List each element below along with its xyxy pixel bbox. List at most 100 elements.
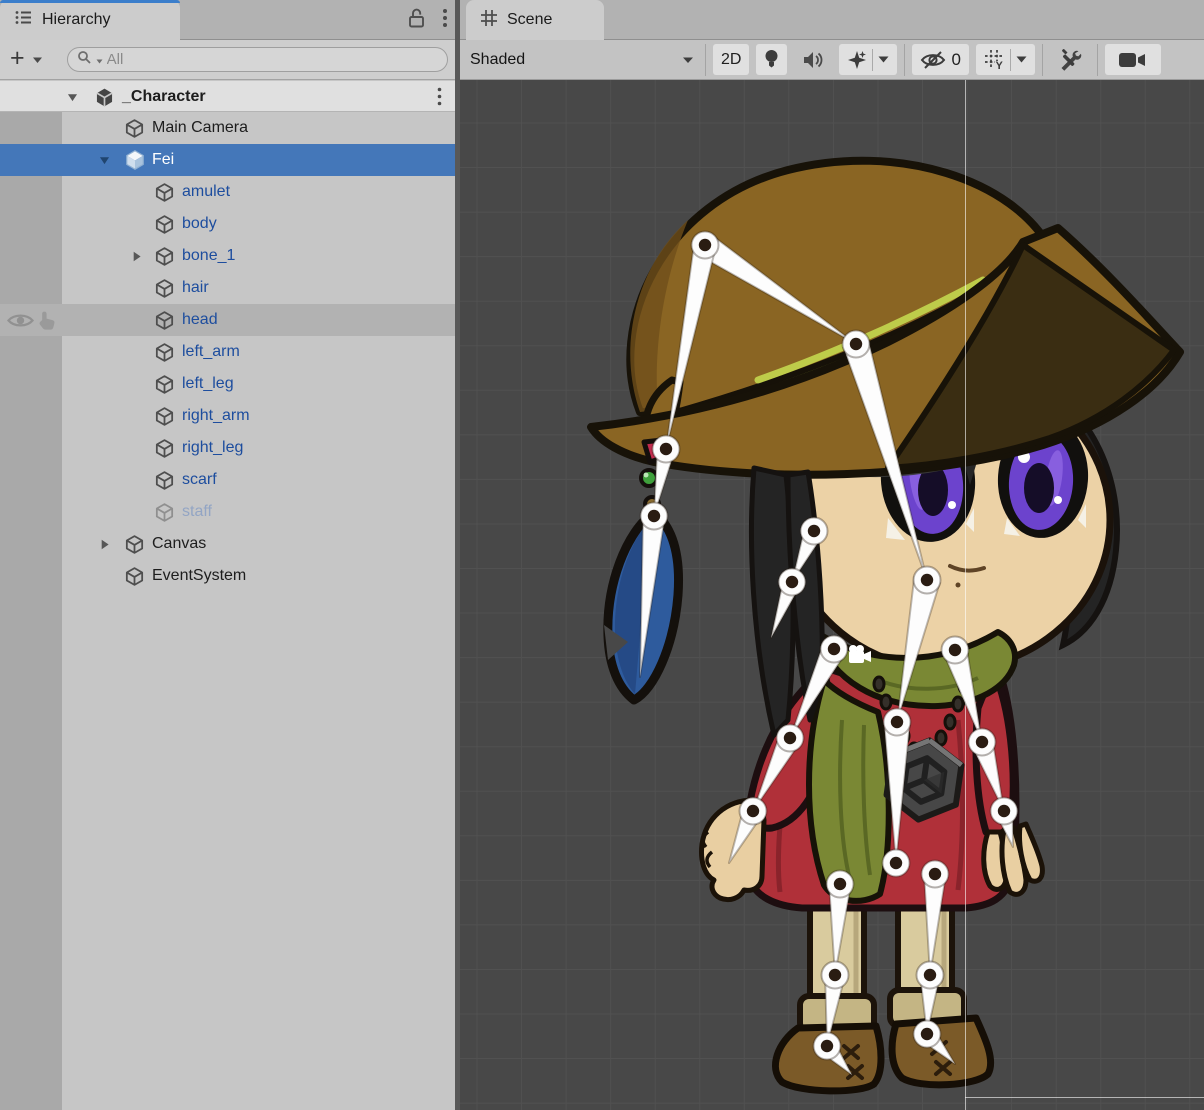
scene-viewport[interactable] bbox=[458, 80, 1204, 1110]
cube-icon bbox=[154, 432, 175, 464]
tree-row-hair[interactable]: hair bbox=[0, 272, 458, 304]
wrench-screwdriver-icon bbox=[1058, 48, 1082, 72]
sparkle-icon bbox=[847, 50, 867, 70]
eye-icon[interactable] bbox=[7, 304, 34, 336]
cube-icon bbox=[124, 528, 145, 560]
hierarchy-toolbar: + bbox=[0, 40, 458, 80]
tree-row-label: head bbox=[182, 304, 218, 336]
tree-row-label: Fei bbox=[152, 144, 174, 176]
tree-row-_character[interactable]: _Character bbox=[0, 81, 458, 112]
expander-closed-icon[interactable] bbox=[98, 528, 111, 560]
search-filter-caret-icon bbox=[96, 51, 103, 69]
cube-icon bbox=[154, 400, 175, 432]
panel-divider[interactable] bbox=[455, 0, 460, 1110]
lighting-toggle-button[interactable] bbox=[756, 44, 787, 75]
cube-icon bbox=[154, 464, 175, 496]
tree-row-body[interactable]: body bbox=[0, 208, 458, 240]
draw-mode-dropdown[interactable]: Shaded bbox=[466, 51, 698, 69]
effects-dropdown-button[interactable] bbox=[839, 44, 897, 75]
tree-row-label: scarf bbox=[182, 464, 217, 496]
unity-editor-window: Hierarchy + bbox=[0, 0, 1204, 1110]
expander-open-icon[interactable] bbox=[66, 81, 79, 113]
2d-label: 2D bbox=[721, 51, 741, 69]
grid-icon bbox=[480, 9, 498, 32]
button-divider bbox=[1010, 49, 1011, 71]
scene-panel: Scene Shaded 2D bbox=[458, 0, 1204, 1110]
tree-row-label: bone_1 bbox=[182, 240, 235, 272]
cube-icon bbox=[154, 368, 175, 400]
tab-scene-label: Scene bbox=[507, 11, 552, 29]
toolbar-separator bbox=[1042, 44, 1043, 76]
tree-row-label: hair bbox=[182, 272, 209, 304]
tree-row-label: right_arm bbox=[182, 400, 250, 432]
draw-mode-label: Shaded bbox=[470, 51, 525, 69]
toolbar-separator bbox=[705, 44, 706, 76]
tree-row-right_leg[interactable]: right_leg bbox=[0, 432, 458, 464]
search-input[interactable] bbox=[107, 51, 438, 68]
cube-icon bbox=[124, 560, 145, 592]
tree-row-right_arm[interactable]: right_arm bbox=[0, 400, 458, 432]
hierarchy-panel: Hierarchy + bbox=[0, 0, 458, 1110]
add-gameobject-button[interactable]: + bbox=[10, 46, 25, 71]
tree-row-label: right_leg bbox=[182, 432, 243, 464]
cube-icon bbox=[124, 112, 145, 144]
button-divider bbox=[872, 49, 873, 71]
grid-visibility-button[interactable]: Y bbox=[976, 44, 1035, 75]
cube-icon bbox=[154, 272, 175, 304]
tree-row-eventsystem[interactable]: EventSystem bbox=[0, 560, 458, 592]
tab-scene[interactable]: Scene bbox=[466, 0, 604, 40]
expander-closed-icon[interactable] bbox=[130, 240, 143, 272]
component-tools-button[interactable] bbox=[1050, 44, 1090, 75]
scene-toolbar: Shaded 2D bbox=[458, 40, 1204, 80]
tree-row-label: Main Camera bbox=[152, 112, 248, 144]
expander-open-icon[interactable] bbox=[98, 144, 111, 176]
audio-toggle-button[interactable] bbox=[794, 44, 832, 75]
tree-row-canvas[interactable]: Canvas bbox=[0, 528, 458, 560]
cube-icon bbox=[154, 240, 175, 272]
camera-overlay-button[interactable] bbox=[1105, 44, 1161, 75]
tree-row-left_arm[interactable]: left_arm bbox=[0, 336, 458, 368]
tab-hierarchy[interactable]: Hierarchy bbox=[0, 0, 180, 40]
chevron-down-icon bbox=[682, 56, 694, 64]
tree-row-label: left_leg bbox=[182, 368, 234, 400]
chevron-down-icon[interactable] bbox=[1016, 56, 1027, 63]
bulb-icon bbox=[764, 49, 779, 70]
cube-icon bbox=[154, 496, 175, 528]
unity-logo-icon bbox=[94, 81, 115, 113]
tree-row-left_leg[interactable]: left_leg bbox=[0, 368, 458, 400]
add-dropdown-caret-icon[interactable] bbox=[32, 51, 43, 69]
pick-hand-icon[interactable] bbox=[37, 304, 58, 336]
tree-row-label: _Character bbox=[122, 81, 206, 113]
speaker-icon bbox=[802, 50, 824, 70]
tree-row-scarf[interactable]: scarf bbox=[0, 464, 458, 496]
cube-icon bbox=[154, 176, 175, 208]
tree-row-bone_1[interactable]: bone_1 bbox=[0, 240, 458, 272]
camera-icon bbox=[1118, 51, 1148, 69]
toolbar-separator bbox=[1097, 44, 1098, 76]
kebab-menu-icon[interactable] bbox=[437, 81, 442, 112]
magnifier-icon bbox=[77, 50, 92, 70]
hierarchy-search-field[interactable] bbox=[67, 47, 448, 72]
kebab-menu-icon[interactable] bbox=[442, 7, 448, 34]
cube-icon bbox=[154, 336, 175, 368]
bone-gizmos[interactable] bbox=[458, 80, 1204, 1110]
tree-row-label: amulet bbox=[182, 176, 230, 208]
eye-off-icon bbox=[920, 50, 946, 70]
tree-row-main camera[interactable]: Main Camera bbox=[0, 112, 458, 144]
tree-row-label: body bbox=[182, 208, 217, 240]
2d-toggle-button[interactable]: 2D bbox=[713, 44, 749, 75]
tree-row-head[interactable]: head bbox=[0, 304, 458, 336]
tree-row-fei[interactable]: Fei bbox=[0, 144, 458, 176]
cube-icon bbox=[154, 304, 175, 336]
toolbar-separator bbox=[904, 44, 905, 76]
tree-row-amulet[interactable]: amulet bbox=[0, 176, 458, 208]
list-icon bbox=[14, 8, 33, 32]
tree-row-staff[interactable]: staff bbox=[0, 496, 458, 528]
hidden-count: 0 bbox=[951, 50, 960, 70]
camera-icon bbox=[849, 645, 871, 663]
unlock-icon[interactable] bbox=[407, 7, 426, 34]
hierarchy-tabbar: Hierarchy bbox=[0, 0, 458, 40]
hidden-objects-button[interactable]: 0 bbox=[912, 44, 968, 75]
chevron-down-icon[interactable] bbox=[878, 56, 889, 63]
tree-row-label: Canvas bbox=[152, 528, 206, 560]
